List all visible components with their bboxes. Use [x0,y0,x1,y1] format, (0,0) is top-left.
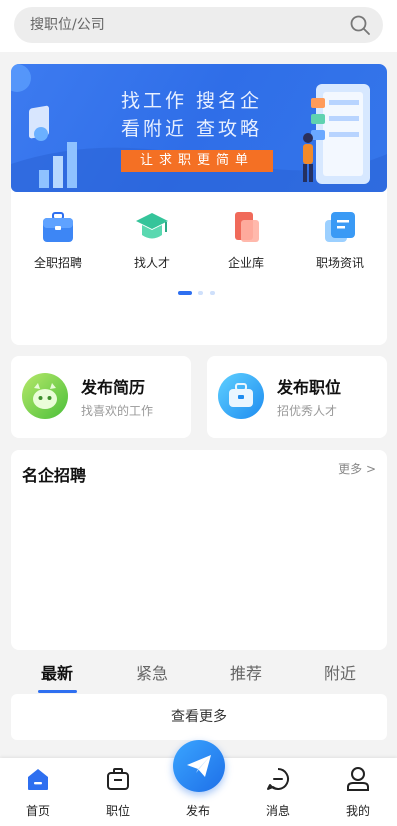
quick-link-company[interactable]: 企业库 [201,210,291,270]
more-link[interactable]: 更多 > [338,460,376,477]
nav-profile[interactable]: 我的 [328,766,388,822]
resume-face-icon [22,373,68,419]
publish-job-card[interactable]: 发布职位 招优秀人才 [207,356,387,438]
home-top-card: 找工作 搜名企 看附近 查攻略 让求职更简单 全职招聘 找人才 企业库 职场资讯 [11,64,387,345]
quick-link-label: 职场资讯 [315,256,364,270]
briefcase-icon [43,212,73,242]
nav-label: 我的 [345,804,370,818]
publish-button[interactable] [173,740,225,792]
nav-home[interactable]: 首页 [8,766,68,822]
nav-label: 消息 [265,804,290,818]
carousel-dot-active[interactable] [178,291,192,295]
company-icon [235,212,259,242]
carousel-dot[interactable] [210,291,215,295]
home-icon [28,769,48,790]
search-icon[interactable] [349,14,371,36]
quick-link-label: 企业库 [227,256,264,270]
job-bag-icon [107,768,129,790]
section-title: 名企招聘 [22,466,87,485]
bag-icon [218,373,264,419]
tab-urgent[interactable]: 紧急 [107,660,197,692]
active-tab-indicator [38,690,77,693]
banner-cta: 让求职更简单 [121,150,273,172]
nav-label: 职位 [105,804,130,818]
graduation-cap-icon [136,213,168,239]
publish-resume-card[interactable]: 发布简历 找喜欢的工作 [11,356,191,438]
action-title: 发布职位 [277,378,342,397]
news-icon [325,212,355,242]
nav-label: 发布 [185,804,210,818]
tab-latest[interactable]: 最新 [12,660,102,692]
see-more-button[interactable]: 查看更多 [11,694,387,740]
quick-link-fulltime[interactable]: 全职招聘 [13,210,103,270]
famous-companies-section: 名企招聘 更多 > [11,450,387,650]
quick-link-talent[interactable]: 找人才 [107,210,197,270]
tab-recommended[interactable]: 推荐 [201,660,291,692]
paper-plane-icon [187,755,211,777]
quick-link-label: 全职招聘 [33,256,82,270]
carousel-indicator [178,291,238,297]
action-subtitle: 找喜欢的工作 [81,404,154,418]
nav-jobs[interactable]: 职位 [88,766,148,822]
promo-banner[interactable]: 找工作 搜名企 看附近 查攻略 让求职更简单 [11,64,387,192]
carousel-dot[interactable] [198,291,203,295]
action-subtitle: 招优秀人才 [277,404,338,418]
top-bar [0,0,397,52]
banner-headline-2: 看附近 查攻略 [121,118,263,140]
user-icon [347,767,369,791]
nav-messages[interactable]: 消息 [248,766,308,822]
tab-nearby[interactable]: 附近 [295,660,385,692]
nav-label: 首页 [25,804,50,818]
banner-headline-1: 找工作 搜名企 [121,90,263,112]
action-title: 发布简历 [81,378,146,397]
message-icon [267,768,289,790]
search-input[interactable] [30,7,330,43]
search-bar[interactable] [14,7,383,43]
quick-link-news[interactable]: 职场资讯 [295,210,385,270]
quick-link-label: 找人才 [133,256,170,270]
